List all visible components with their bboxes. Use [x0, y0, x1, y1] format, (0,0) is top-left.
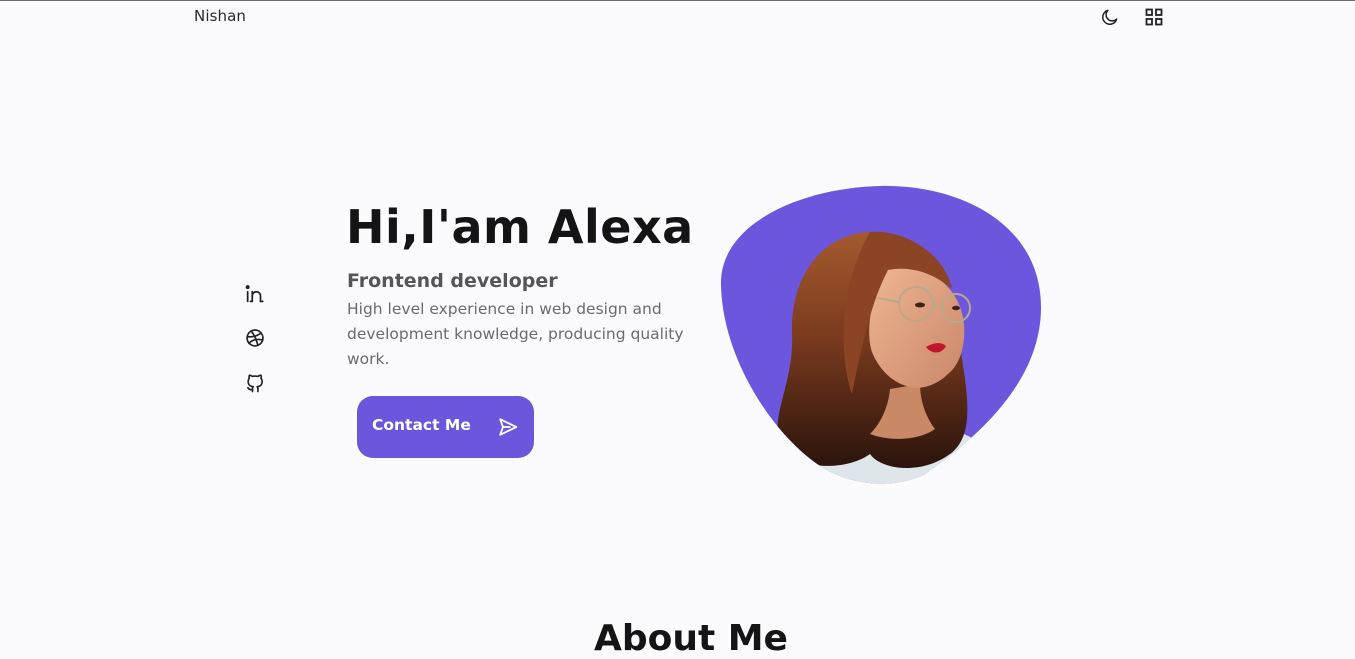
linkedin-icon	[245, 285, 264, 303]
grid-icon	[1145, 8, 1163, 26]
github-link[interactable]	[243, 372, 267, 396]
menu-button[interactable]	[1143, 6, 1165, 28]
github-icon	[247, 374, 263, 393]
theme-toggle-button[interactable]	[1099, 6, 1121, 28]
moon-icon	[1102, 9, 1118, 25]
header: Nishan	[0, 1, 1355, 33]
hero-title: Hi,I'am Alexa	[346, 200, 694, 254]
hero-description: High level experience in web design and …	[347, 300, 684, 368]
contact-me-label: Contact Me	[372, 416, 471, 434]
linkedin-link[interactable]	[243, 282, 267, 306]
dribbble-link[interactable]	[243, 326, 267, 350]
contact-me-button[interactable]: Contact Me	[357, 396, 534, 458]
dribbble-icon	[246, 329, 264, 347]
hero-subtitle: Frontend developer	[347, 270, 558, 292]
section-title-about: About Me	[594, 618, 788, 659]
profile-image-blob	[720, 184, 1042, 484]
logo[interactable]: Nishan	[194, 7, 246, 25]
profile-photo	[720, 185, 1042, 484]
send-icon	[499, 418, 518, 436]
